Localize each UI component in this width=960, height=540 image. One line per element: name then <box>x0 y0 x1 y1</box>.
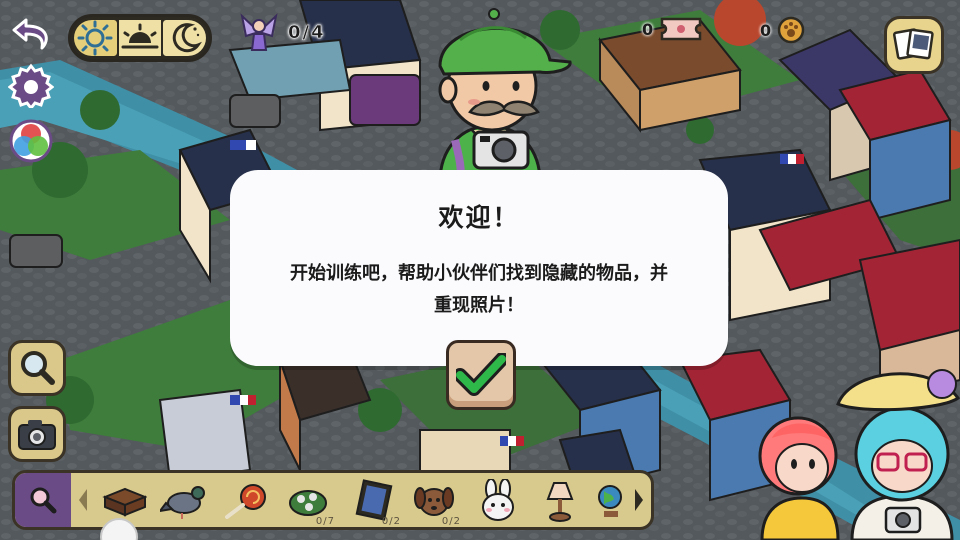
settings-button[interactable] <box>6 60 56 110</box>
dialog-message: 开始训练吧，帮助小伙伴们找到隐藏的物品，并 重现照片！ <box>250 258 708 322</box>
checkmark-icon <box>456 353 506 396</box>
dialog-message-line2: 重现照片！ <box>434 295 524 316</box>
fairy-count: 0/4 <box>288 21 326 43</box>
item-count: 0/7 <box>315 516 335 527</box>
item-bar-search-tab[interactable] <box>15 473 71 527</box>
item-slot[interactable] <box>155 475 213 527</box>
coin-count: 0 <box>760 20 772 40</box>
sunset-option[interactable] <box>118 20 162 56</box>
item-slot[interactable] <box>217 475 275 527</box>
lollipop-icon <box>225 484 266 519</box>
night-option[interactable] <box>163 20 207 56</box>
gear-icon <box>8 63 54 108</box>
undo-arrow-icon <box>12 18 48 50</box>
pigeon-icon <box>160 486 205 519</box>
camera-icon <box>18 420 56 450</box>
day-option[interactable] <box>74 20 117 56</box>
dialog-message-line1: 开始训练吧，帮助小伙伴们找到隐藏的物品，并 <box>290 263 668 284</box>
magnifier-icon <box>21 351 55 385</box>
item-count: 0/2 <box>441 516 461 527</box>
guide-character <box>438 8 572 182</box>
scroll-right-arrow[interactable] <box>633 487 645 513</box>
welcome-dialog: 欢迎！ 开始训练吧，帮助小伙伴们找到隐藏的物品，并 重现照片！ <box>230 170 728 366</box>
camera-button[interactable] <box>8 406 66 462</box>
brownie-tray-icon <box>102 487 147 517</box>
sunset-icon <box>121 23 159 49</box>
dialog-title: 欢迎！ <box>438 203 520 232</box>
bunny-icon <box>482 479 514 521</box>
color-wheel-icon <box>9 119 53 163</box>
lamp-icon <box>546 482 574 522</box>
moon-icon <box>172 23 202 53</box>
search-icon <box>30 487 57 514</box>
globe-icon <box>598 485 622 517</box>
ticket-icon <box>660 17 702 41</box>
fairy-counter: 0/4 <box>238 10 326 54</box>
coin-counter: 0 <box>760 16 805 44</box>
item-slot[interactable]: 0/2 <box>405 475 463 527</box>
photos-icon <box>892 28 934 60</box>
scroll-left-arrow[interactable] <box>77 487 89 513</box>
item-slot[interactable] <box>587 475 627 527</box>
rose-bush-icon <box>289 490 327 516</box>
back-button[interactable] <box>8 12 56 56</box>
item-slot[interactable] <box>469 475 527 527</box>
fairy-icon <box>240 13 278 51</box>
ticket-count: 0 <box>642 19 654 39</box>
item-slot[interactable]: 0/7 <box>279 475 337 527</box>
kids-characters <box>758 369 960 540</box>
photo-album-button[interactable] <box>884 16 944 74</box>
time-of-day-selector <box>68 14 212 62</box>
item-slot[interactable]: 0/2 <box>345 475 403 527</box>
ticket-counter: 0 <box>642 16 703 42</box>
sun-icon <box>77 20 113 56</box>
confirm-button[interactable] <box>446 340 516 410</box>
item-slot[interactable] <box>531 475 589 527</box>
color-filter-button[interactable] <box>6 116 56 166</box>
paw-coin-icon <box>777 16 805 44</box>
item-count: 0/2 <box>381 516 401 527</box>
zoom-button[interactable] <box>8 340 66 396</box>
